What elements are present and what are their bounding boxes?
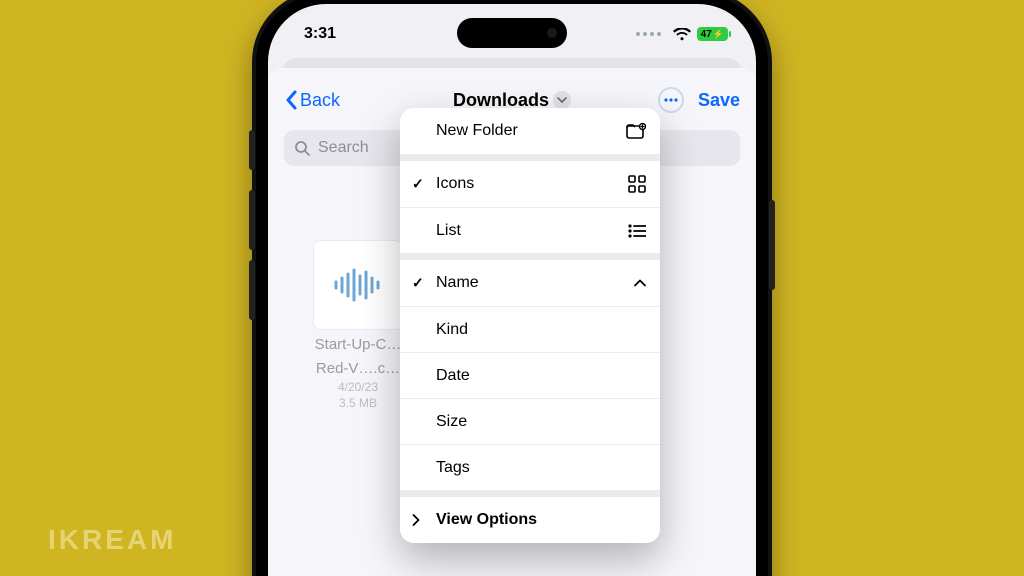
menu-label: List bbox=[436, 222, 461, 240]
list-icon bbox=[628, 224, 646, 238]
phone-volume-up bbox=[249, 190, 255, 250]
menu-view-icons[interactable]: ✓ Icons bbox=[400, 161, 660, 207]
charging-icon: ⚡ bbox=[713, 29, 724, 40]
phone-screen: 3:31 47 ⚡ bbox=[268, 4, 756, 576]
checkmark-icon: ✓ bbox=[412, 275, 424, 292]
search-icon bbox=[294, 140, 310, 156]
menu-new-folder[interactable]: New Folder bbox=[400, 108, 660, 154]
menu-label: Tags bbox=[436, 459, 470, 477]
phone-volume-down bbox=[249, 260, 255, 320]
battery-text: 47 bbox=[701, 29, 712, 40]
menu-label: New Folder bbox=[436, 122, 518, 140]
menu-sort-size[interactable]: Size bbox=[400, 398, 660, 444]
chevron-down-icon bbox=[553, 91, 571, 109]
waveform-icon bbox=[332, 268, 384, 302]
stage: IKREAM 3:31 bbox=[0, 0, 1024, 576]
menu-label: Icons bbox=[436, 175, 474, 193]
back-label: Back bbox=[300, 90, 340, 111]
dynamic-island bbox=[457, 18, 567, 48]
menu-sort-tags[interactable]: Tags bbox=[400, 444, 660, 490]
back-button[interactable]: Back bbox=[284, 90, 340, 111]
menu-separator bbox=[400, 253, 660, 260]
phone-power-button bbox=[769, 200, 775, 290]
menu-label: View Options bbox=[436, 511, 537, 529]
menu-view-list[interactable]: List bbox=[400, 207, 660, 253]
menu-label: Name bbox=[436, 274, 479, 292]
grid-icon bbox=[628, 175, 646, 193]
menu-label: Kind bbox=[436, 321, 468, 339]
menu-sort-kind[interactable]: Kind bbox=[400, 306, 660, 352]
battery-icon: 47 ⚡ bbox=[697, 27, 728, 41]
menu-sort-name[interactable]: ✓ Name bbox=[400, 260, 660, 306]
options-menu: New Folder ✓ Icons bbox=[400, 108, 660, 543]
watermark: IKREAM bbox=[48, 524, 176, 556]
menu-label: Size bbox=[436, 413, 467, 431]
status-cell-dots bbox=[636, 32, 661, 36]
chevron-left-icon bbox=[284, 90, 298, 110]
chevron-right-icon bbox=[412, 514, 420, 526]
menu-separator bbox=[400, 154, 660, 161]
menu-sort-date[interactable]: Date bbox=[400, 352, 660, 398]
menu-separator bbox=[400, 490, 660, 497]
phone-side-switch bbox=[249, 130, 255, 170]
new-folder-icon bbox=[626, 123, 646, 139]
chevron-up-icon bbox=[634, 279, 646, 287]
save-button[interactable]: Save bbox=[698, 90, 740, 111]
phone-frame: 3:31 47 ⚡ bbox=[252, 0, 772, 576]
menu-label: Date bbox=[436, 367, 470, 385]
ellipsis-icon bbox=[664, 98, 678, 102]
menu-view-options[interactable]: View Options bbox=[400, 497, 660, 543]
checkmark-icon: ✓ bbox=[412, 176, 424, 193]
wifi-icon bbox=[673, 28, 691, 41]
file-thumbnail bbox=[313, 240, 403, 330]
more-options-button[interactable] bbox=[658, 87, 684, 113]
status-time: 3:31 bbox=[304, 25, 336, 43]
